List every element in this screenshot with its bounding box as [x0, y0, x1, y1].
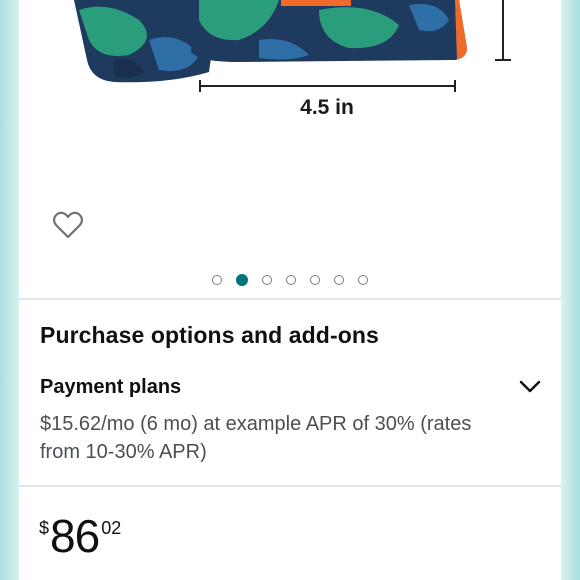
price-currency-symbol: $ [39, 518, 50, 538]
product-image[interactable]: 4.5 in [19, 0, 561, 262]
carousel-dot[interactable] [212, 275, 222, 285]
purchase-options-title: Purchase options and add-ons [40, 322, 379, 348]
carousel-dot-active[interactable] [236, 274, 248, 286]
carousel-dot[interactable] [334, 275, 344, 285]
price: $ 86 02 [39, 510, 121, 570]
chevron-down-icon[interactable] [517, 374, 543, 400]
wishlist-button[interactable] [51, 208, 85, 242]
product-card: 4.5 in Purchase options and add-ons Paym… [19, 0, 561, 580]
heart-outline-icon [52, 211, 84, 239]
dimension-label: 4.5 in [300, 96, 354, 119]
carousel-dot[interactable] [286, 275, 296, 285]
divider [19, 485, 561, 487]
carousel-dot[interactable] [310, 275, 320, 285]
payment-plans-row[interactable]: Payment plans $15.62/mo (6 mo) at exampl… [19, 370, 561, 468]
payment-plans-description: $15.62/mo (6 mo) at example APR of 30% (… [40, 413, 472, 463]
divider [19, 298, 561, 300]
carousel-dot[interactable] [262, 275, 272, 285]
payment-plans-title: Payment plans [40, 376, 182, 398]
product-photo: 4.5 in [74, 0, 511, 119]
carousel-dot[interactable] [358, 275, 368, 285]
price-whole: 86 [50, 510, 100, 562]
price-fraction: 02 [101, 518, 122, 538]
carousel-indicator [19, 272, 561, 288]
